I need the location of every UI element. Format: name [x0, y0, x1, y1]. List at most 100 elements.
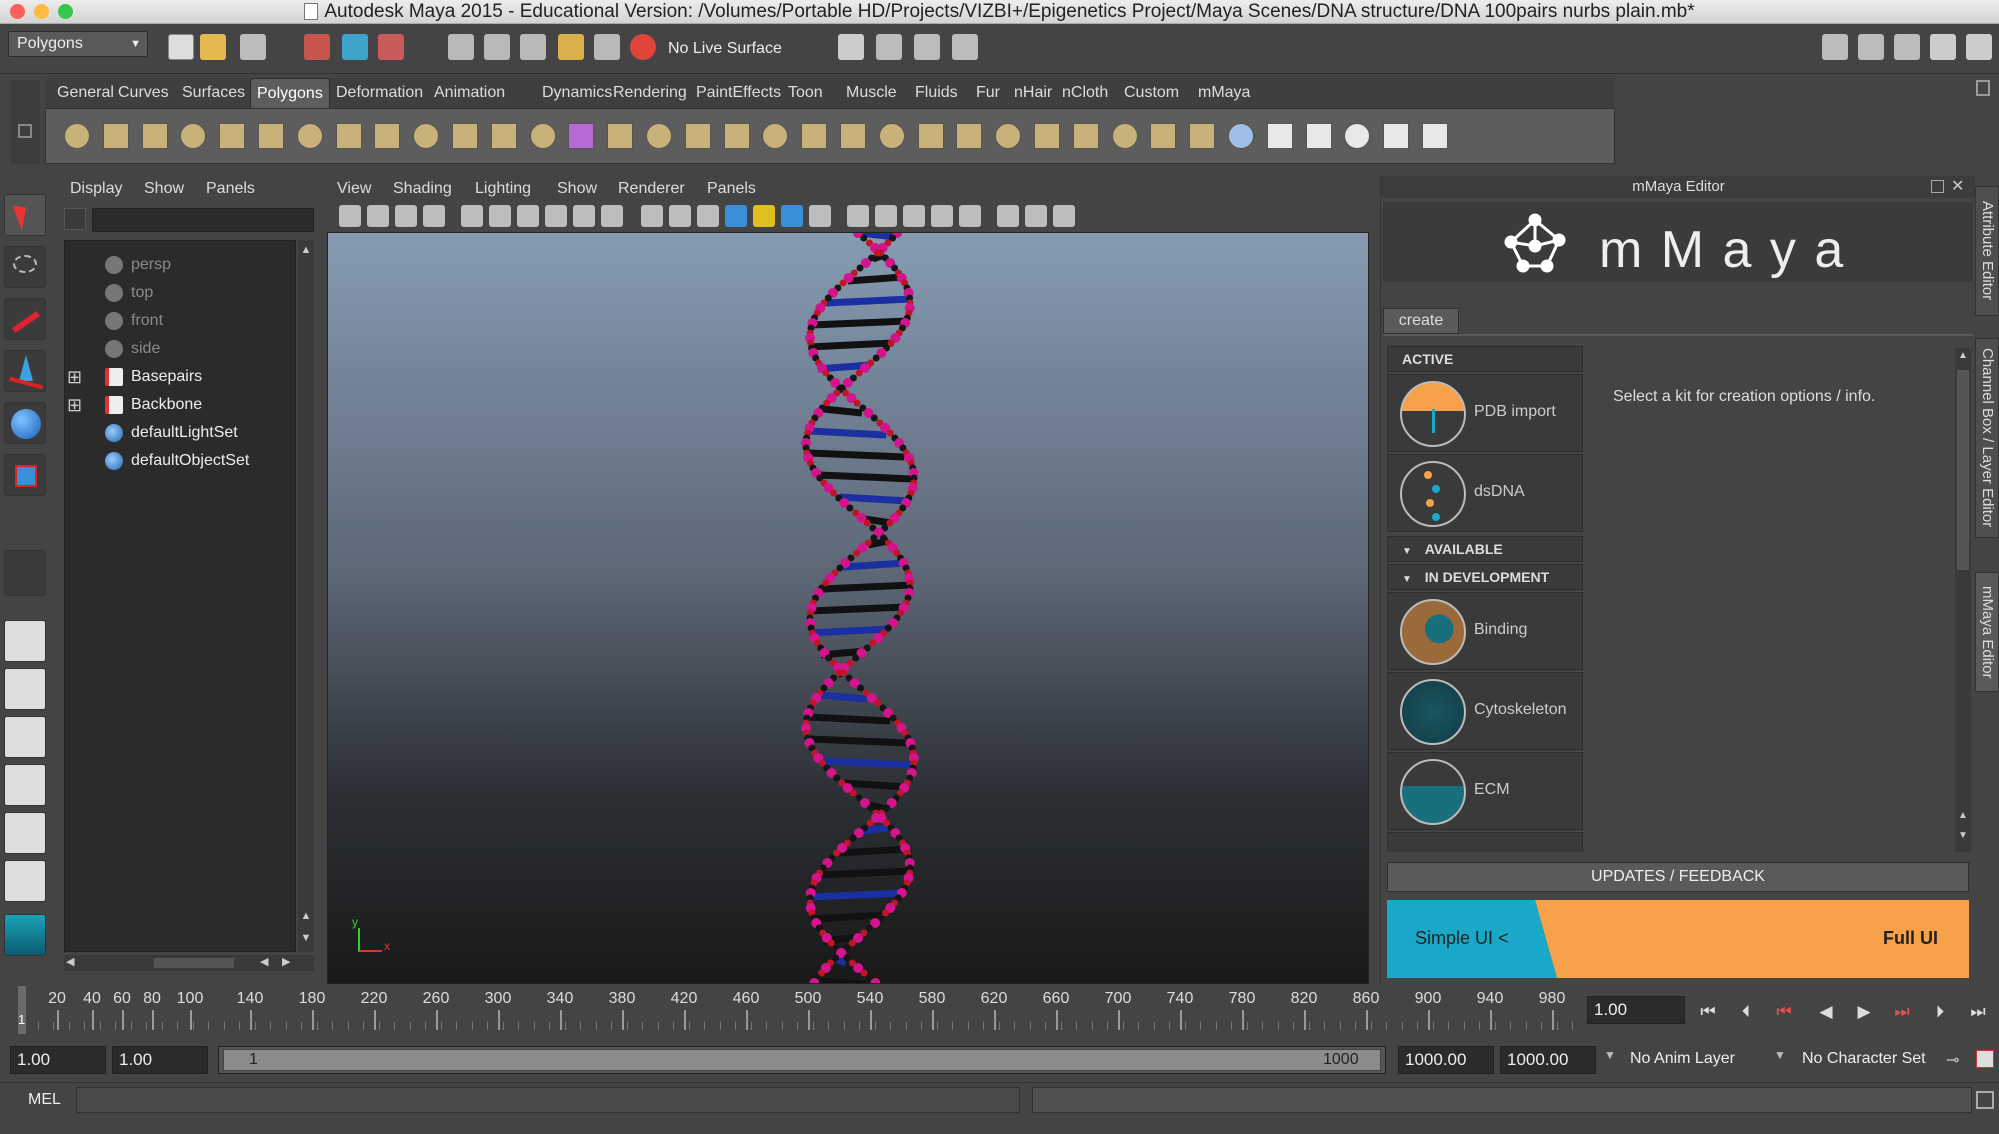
backbone-atom[interactable]: [836, 564, 844, 572]
bridge-icon[interactable]: [1030, 119, 1064, 153]
screen-space-ao-icon[interactable]: [875, 205, 897, 227]
triangulate-icon[interactable]: [914, 119, 948, 153]
backbone-atom[interactable]: [873, 249, 881, 257]
tab-animation[interactable]: Animation: [428, 78, 511, 108]
fill-hole-icon[interactable]: [875, 119, 909, 153]
basepair[interactable]: [819, 691, 867, 703]
make-live-icon[interactable]: [594, 34, 620, 60]
backbone-atom[interactable]: [853, 399, 861, 407]
backbone-atom[interactable]: [886, 519, 894, 527]
outliner-filter-icon[interactable]: [64, 208, 86, 230]
tool-settings-toggle-icon[interactable]: [1894, 34, 1920, 60]
character-set-dropdown[interactable]: No Character Set: [1802, 1050, 1926, 1068]
section-in-development[interactable]: ▼ IN DEVELOPMENT: [1387, 564, 1583, 590]
backbone-atom[interactable]: [846, 504, 854, 512]
tab-attribute-editor[interactable]: Attribute Editor: [1975, 186, 1999, 316]
basepair[interactable]: [823, 405, 863, 417]
modeling-toolkit-icon[interactable]: [1822, 34, 1848, 60]
scroll-up-icon[interactable]: ▲: [298, 906, 314, 926]
backbone-atom[interactable]: [830, 489, 838, 497]
current-time-field[interactable]: 1.00: [1587, 996, 1685, 1024]
backbone-atom[interactable]: [889, 234, 897, 242]
scroll-left-icon[interactable]: ◀: [260, 955, 268, 968]
pyramid-icon[interactable]: [293, 119, 327, 153]
viewport-menu-renderer[interactable]: Renderer: [618, 180, 685, 198]
snap-view-plane-icon[interactable]: [558, 34, 584, 60]
backbone-atom[interactable]: [849, 789, 857, 797]
kit-partial[interactable]: [1387, 832, 1583, 852]
simple-ui-button[interactable]: Simple UI <: [1415, 928, 1509, 949]
basepair[interactable]: [847, 273, 904, 285]
backbone-atom[interactable]: [855, 369, 863, 377]
backbone-atom[interactable]: [827, 939, 835, 947]
backbone-atom[interactable]: [867, 804, 875, 812]
backbone-atom[interactable]: [833, 774, 841, 782]
kit-dsdna[interactable]: dsDNA: [1387, 454, 1583, 532]
playback-start-field[interactable]: 1.00: [112, 1046, 208, 1074]
backbone-atom[interactable]: [833, 849, 841, 857]
extrude-icon[interactable]: [991, 119, 1025, 153]
append-icon[interactable]: [1069, 119, 1103, 153]
render-settings-icon[interactable]: [952, 34, 978, 60]
range-bar[interactable]: 1 1000: [218, 1046, 1386, 1074]
channel-box-toggle-icon[interactable]: [1930, 34, 1956, 60]
basepair[interactable]: [843, 559, 906, 571]
anti-aliasing-icon[interactable]: [931, 205, 953, 227]
backbone-atom[interactable]: [884, 624, 892, 632]
tab-muscle[interactable]: Muscle: [840, 78, 903, 108]
scale-tool-icon[interactable]: [4, 454, 46, 496]
auto-key-icon[interactable]: ⊸: [1946, 1050, 1959, 1070]
tab-general[interactable]: General: [51, 78, 120, 108]
use-all-lights-icon[interactable]: [809, 205, 831, 227]
go-to-end-icon[interactable]: ⏭: [1966, 1000, 1990, 1024]
basepair[interactable]: [808, 889, 904, 901]
basepair[interactable]: [839, 493, 908, 505]
tab-rendering[interactable]: Rendering: [607, 78, 693, 108]
pipe-icon[interactable]: [332, 119, 366, 153]
outliner-menu-panels[interactable]: Panels: [206, 180, 255, 198]
safe-action-icon[interactable]: [669, 205, 691, 227]
start-time-field[interactable]: 1.00: [10, 1046, 106, 1074]
outliner-search-input[interactable]: [92, 208, 314, 232]
uv-auto-icon[interactable]: [1379, 119, 1413, 153]
ui-mode-switch[interactable]: Simple UI < Full UI: [1387, 900, 1969, 978]
four-view-layout-icon[interactable]: [4, 668, 46, 710]
mmaya-toggle-icon[interactable]: [1966, 34, 1992, 60]
grease-pencil-icon[interactable]: [461, 205, 483, 227]
expand-icon[interactable]: ⊞: [67, 393, 82, 417]
perspective-viewport[interactable]: y x: [327, 232, 1369, 984]
tab-ncloth[interactable]: nCloth: [1056, 78, 1114, 108]
backbone-atom[interactable]: [865, 924, 873, 932]
default-material-icon[interactable]: [753, 205, 775, 227]
xray-joints-icon[interactable]: [1025, 205, 1047, 227]
backbone-atom[interactable]: [860, 234, 868, 242]
backbone-atom[interactable]: [852, 654, 860, 662]
cylinder-icon[interactable]: [138, 119, 172, 153]
viewport-menu-shading[interactable]: Shading: [393, 180, 452, 198]
backbone-atom[interactable]: [874, 699, 882, 707]
persp-graph-hypershade-layout-icon[interactable]: [4, 860, 46, 902]
outliner-item-backbone[interactable]: ⊞ Backbone: [65, 393, 295, 417]
range-bar-handle[interactable]: [223, 1049, 1381, 1071]
shelf-scroll-icon[interactable]: [1976, 80, 1990, 96]
tab-fur[interactable]: Fur: [970, 78, 1006, 108]
section-active[interactable]: ACTIVE: [1387, 346, 1583, 372]
backbone-atom[interactable]: [848, 939, 856, 947]
playback-end-field[interactable]: 1000.00: [1398, 1046, 1494, 1074]
basepair[interactable]: [843, 779, 906, 791]
time-ruler[interactable]: 0204060801001401802202603003403804204605…: [0, 984, 1580, 1036]
basepair[interactable]: [818, 867, 912, 879]
snap-curve-icon[interactable]: [484, 34, 510, 60]
tab-painteffects[interactable]: PaintEffects: [690, 78, 787, 108]
outliner-item-defaultlightset[interactable]: defaultLightSet: [65, 421, 295, 445]
uv-spherical-icon[interactable]: [1340, 119, 1374, 153]
scroll-up-icon[interactable]: ▲: [298, 240, 314, 260]
extract-icon[interactable]: [681, 119, 715, 153]
backbone-atom[interactable]: [883, 804, 891, 812]
outliner-horizontal-scrollbar[interactable]: ◀ ◀ ▶: [64, 955, 314, 971]
mmaya-logo-icon[interactable]: [4, 914, 46, 956]
shelf-options-handle[interactable]: [10, 80, 40, 164]
uv-editor-icon[interactable]: [1418, 119, 1452, 153]
tab-toon[interactable]: Toon: [782, 78, 829, 108]
mmaya-scrollbar[interactable]: ▲ ▲ ▼: [1955, 348, 1971, 852]
